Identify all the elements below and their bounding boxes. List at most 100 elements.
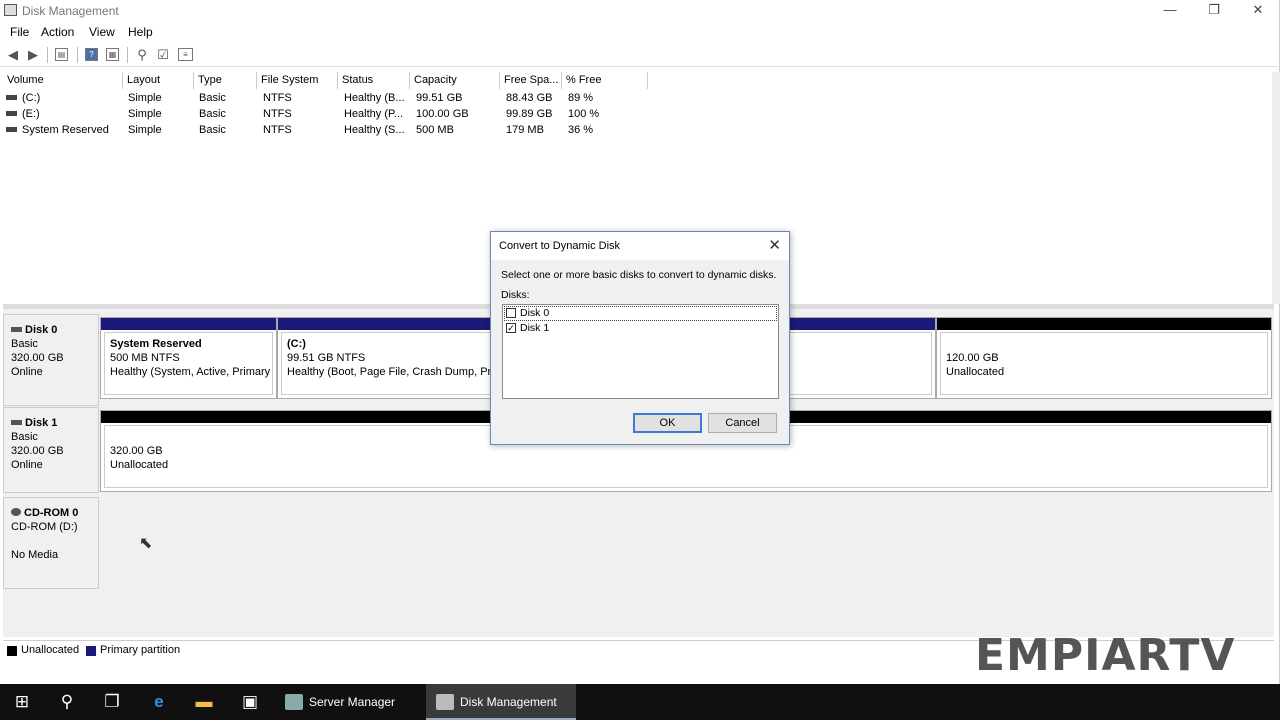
disk-name: Disk 1 [25,417,58,429]
cdrom-drive: CD-ROM (D:) [11,521,78,533]
volume-free-space: 88.43 GB [506,92,553,104]
ok-button[interactable]: OK [633,413,702,433]
mouse-cursor-icon: ⬉ [139,535,153,552]
cdrom-0-label[interactable]: CD-ROM 0 CD-ROM (D:) No Media [3,497,99,589]
disk-icon [11,326,22,332]
partition-status: Unallocated [110,459,169,471]
info-icon[interactable]: ≡ [178,48,193,61]
taskbar-server-manager[interactable]: Server Manager [275,684,423,720]
forward-icon[interactable]: ▶ [25,47,41,62]
menu-bar: File Action View Help [0,22,1280,42]
partition-title: System Reserved [110,338,202,350]
help-icon[interactable]: ? [85,48,98,61]
menu-view[interactable]: View [89,25,115,39]
volume-layout: Simple [128,108,162,120]
disk-management-app-icon [4,4,17,16]
volume-row[interactable]: (C:) Simple Basic NTFS Healthy (B... 99.… [3,90,648,106]
volume-free-space: 99.89 GB [506,108,553,120]
primary-partition-bar [101,318,276,330]
disk-1-checkbox[interactable]: ✓ [506,323,516,333]
close-icon[interactable]: ✕ [768,236,781,254]
convert-dynamic-disk-dialog: Convert to Dynamic Disk ✕ Select one or … [490,231,790,445]
volume-percent-free: 100 % [568,108,600,120]
close-button[interactable]: ✕ [1236,0,1280,22]
check-icon[interactable]: ☑ [156,47,170,62]
disk-checklist: Disk 0 ✓ Disk 1 [502,304,779,399]
restore-button[interactable]: ❐ [1192,0,1236,22]
col-layout[interactable]: Layout [123,72,194,89]
volume-capacity: 100.00 GB [416,108,469,120]
disk-size: 320.00 GB [11,445,64,457]
properties-icon[interactable]: ▤ [55,48,68,61]
window-title: Disk Management [22,4,119,18]
disk-0-option[interactable]: Disk 0 [504,306,777,321]
disk-0-label[interactable]: Disk 0 Basic 320.00 GB Online [3,314,99,406]
edge-icon[interactable]: e [137,684,181,720]
volume-type: Basic [199,124,226,136]
disk-status: Online [11,366,43,378]
col-type[interactable]: Type [194,72,257,89]
key-icon[interactable]: ⚲ [135,47,149,62]
cancel-button[interactable]: Cancel [708,413,777,433]
disk-1-label[interactable]: Disk 1 Basic 320.00 GB Online [3,407,99,493]
volume-percent-free: 89 % [568,92,594,104]
col-status[interactable]: Status [338,72,410,89]
volume-row[interactable]: System Reserved Simple Basic NTFS Health… [3,122,648,138]
legend-primary-partition: Primary partition [100,644,181,656]
col-capacity[interactable]: Capacity [410,72,500,89]
taskbar-disk-management[interactable]: Disk Management [426,684,576,720]
taskbar: ⊞ ⚲ ❐ e ▬ ▣ Server Manager Disk Manageme… [0,684,1280,720]
dialog-title: Convert to Dynamic Disk [499,240,621,252]
back-icon[interactable]: ◀ [5,47,21,62]
taskbar-app-label: Disk Management [460,695,557,709]
col-file-system[interactable]: File System [257,72,338,89]
disk-management-icon [436,694,454,710]
volume-status: Healthy (P... [344,108,404,120]
partition-status: Unallocated [946,366,1005,378]
partition-title [946,337,1262,351]
volume-type: Basic [199,108,226,120]
disk-status: Online [11,459,43,471]
minimize-button[interactable]: — [1148,0,1192,22]
partition-unallocated[interactable]: 120.00 GB Unallocated [936,317,1272,399]
toolbar-separator [47,47,48,63]
partition-system-reserved[interactable]: System Reserved 500 MB NTFS Healthy (Sys… [100,317,277,399]
cdrom-status: No Media [11,549,59,561]
volume-type: Basic [199,92,226,104]
menu-help[interactable]: Help [128,25,153,39]
disk-option-label: Disk 1 [520,322,550,334]
disk-1-option[interactable]: ✓ Disk 1 [504,321,777,336]
list-icon[interactable]: ▦ [106,48,119,61]
disk-icon [11,419,22,425]
watermark: EMPIARTV [975,630,1236,681]
volume-list-scrollbar[interactable] [1272,72,1280,304]
volume-status: Healthy (B... [344,92,405,104]
start-icon[interactable]: ⊞ [0,684,44,720]
drive-icon [6,126,17,132]
menu-action[interactable]: Action [41,25,74,39]
cdrom-empty-area[interactable] [100,497,1272,589]
disks-label: Disks: [501,289,530,301]
menu-file[interactable]: File [10,25,29,39]
volume-file-system: NTFS [263,92,292,104]
file-explorer-icon[interactable]: ▬ [182,684,226,720]
volume-percent-free: 36 % [568,124,594,136]
volume-row[interactable]: (E:) Simple Basic NTFS Healthy (P... 100… [3,106,648,122]
toolbar: ◀ ▶ ▤ ? ▦ ⚲ ☑ ≡ [0,43,1280,67]
col-free-space[interactable]: Free Spa... [500,72,562,89]
disk-0-checkbox[interactable] [506,308,516,318]
volume-name: (C:) [22,92,41,104]
partition-size: 120.00 GB [946,352,999,364]
volume-file-system: NTFS [263,124,292,136]
partition-status: Healthy (System, Active, Primary [110,366,271,378]
toolbar-separator [127,47,128,63]
primary-partition-swatch [86,646,96,656]
drive-icon [6,94,17,100]
search-icon[interactable]: ⚲ [45,684,89,720]
partition-size: 500 MB NTFS [110,352,180,364]
col-volume[interactable]: Volume [3,72,123,89]
disk-name: Disk 0 [25,324,58,336]
task-view-icon[interactable]: ❐ [90,684,134,720]
col-percent-free[interactable]: % Free [562,72,648,89]
store-icon[interactable]: ▣ [228,684,272,720]
